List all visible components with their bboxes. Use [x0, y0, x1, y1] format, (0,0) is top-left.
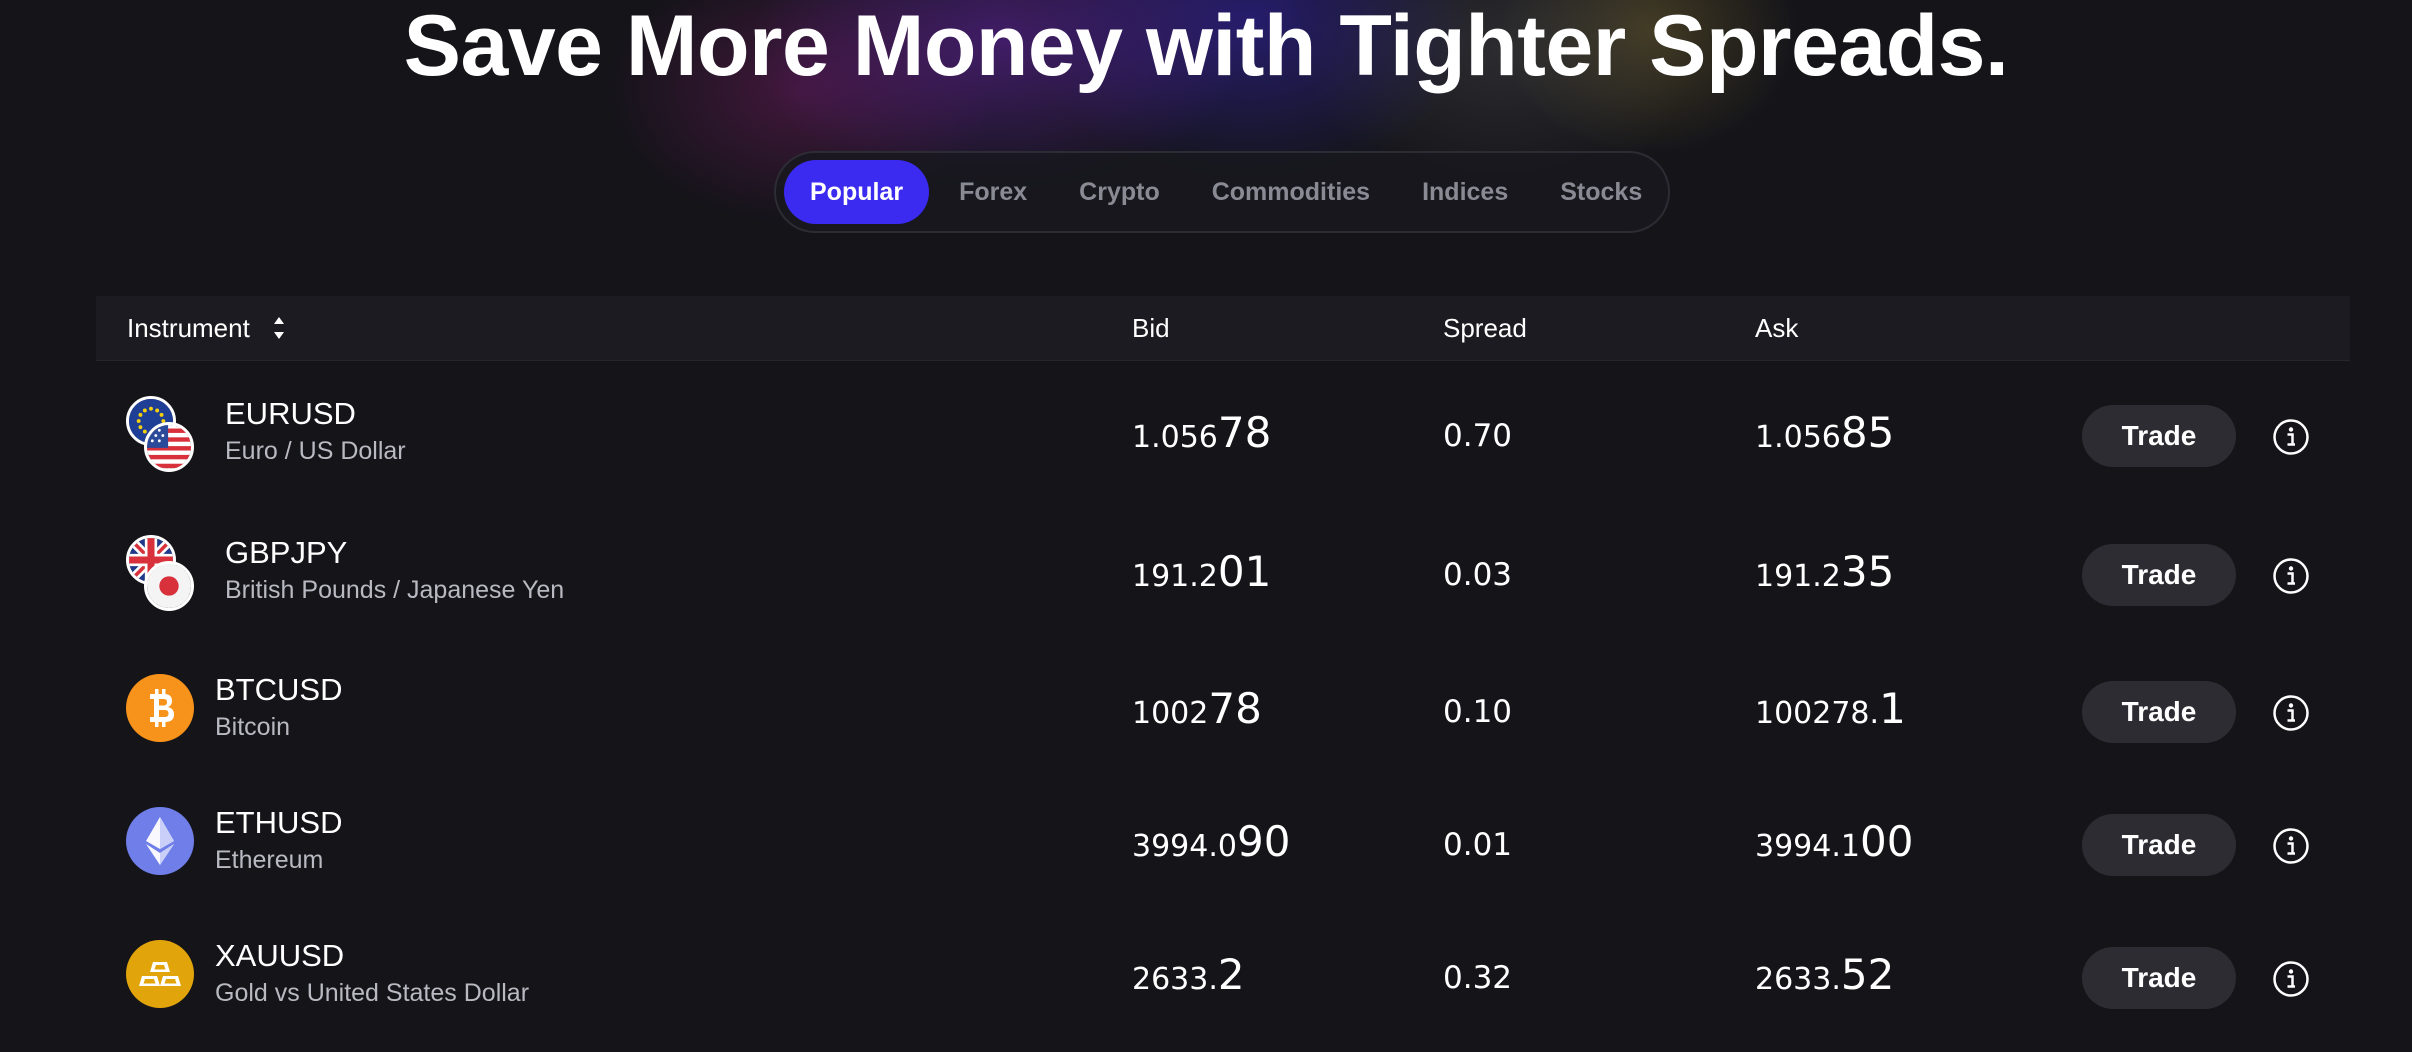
gold-bars-icon — [126, 938, 200, 1012]
bid-price: 1.05678 — [1132, 408, 1272, 457]
instrument-name: Gold vs United States Dollar — [215, 979, 530, 1007]
bid-price: 3994.090 — [1132, 817, 1291, 866]
sort-icon[interactable] — [273, 315, 285, 341]
instrument-name: Euro / US Dollar — [225, 437, 406, 465]
info-icon[interactable] — [2272, 418, 2310, 456]
spread-value: 0.03 — [1443, 557, 1513, 593]
instrument-header-label: Instrument — [127, 313, 250, 343]
instrument-symbol: XAUUSD — [215, 938, 345, 973]
table-row: GBPJPY British Pounds / Japanese Yen 191… — [96, 505, 2350, 639]
ask-price: 3994.100 — [1755, 817, 1914, 866]
bid-price: 2633.2 — [1132, 950, 1245, 999]
trade-button[interactable]: Trade — [2082, 681, 2236, 743]
ask-column-header: Ask — [1755, 313, 1799, 343]
spread-value: 0.01 — [1443, 827, 1513, 863]
spread-value: 0.70 — [1443, 418, 1513, 454]
info-icon[interactable] — [2272, 557, 2310, 595]
instrument-symbol: GBPJPY — [225, 535, 348, 570]
instrument-symbol: EURUSD — [225, 396, 356, 431]
instrument-symbol: BTCUSD — [215, 672, 343, 707]
tab-indices[interactable]: Indices — [1396, 160, 1534, 224]
bitcoin-icon — [126, 672, 200, 746]
ask-price: 191.235 — [1755, 547, 1895, 596]
bid-column-header: Bid — [1132, 313, 1170, 343]
spread-column-header: Spread — [1443, 313, 1527, 343]
tab-forex[interactable]: Forex — [933, 160, 1053, 224]
tab-stocks[interactable]: Stocks — [1534, 160, 1668, 224]
table-row: BTCUSD Bitcoin 100278 0.10 100278.1 Trad… — [96, 642, 2350, 776]
bid-price: 191.201 — [1132, 547, 1272, 596]
trade-button[interactable]: Trade — [2082, 544, 2236, 606]
trade-button[interactable]: Trade — [2082, 405, 2236, 467]
instrument-name: Bitcoin — [215, 713, 291, 741]
info-icon[interactable] — [2272, 694, 2310, 732]
eu-us-flags-icon — [126, 396, 200, 472]
ask-price: 1.05685 — [1755, 408, 1895, 457]
bid-price: 100278 — [1132, 684, 1262, 733]
ethereum-icon — [126, 805, 200, 879]
page-title: Save More Money with Tighter Spreads. — [403, 0, 2009, 94]
trade-button[interactable]: Trade — [2082, 814, 2236, 876]
info-icon[interactable] — [2272, 827, 2310, 865]
spread-value: 0.10 — [1443, 694, 1513, 730]
instrument-name: British Pounds / Japanese Yen — [225, 576, 565, 604]
table-row: XAUUSD Gold vs United States Dollar 2633… — [96, 908, 2350, 1042]
tab-popular[interactable]: Popular — [784, 160, 930, 224]
tab-commodities[interactable]: Commodities — [1186, 160, 1396, 224]
category-tabs: Popular Forex Crypto Commodities Indices… — [774, 151, 1670, 233]
spread-value: 0.32 — [1443, 960, 1513, 996]
tab-crypto[interactable]: Crypto — [1053, 160, 1186, 224]
table-row: ETHUSD Ethereum 3994.090 0.01 3994.100 T… — [96, 775, 2350, 909]
instrument-name: Ethereum — [215, 846, 324, 874]
instrument-column-header[interactable]: Instrument — [127, 296, 285, 360]
instrument-symbol: ETHUSD — [215, 805, 343, 840]
ask-price: 100278.1 — [1755, 684, 1906, 733]
info-icon[interactable] — [2272, 960, 2310, 998]
table-row: EURUSD Euro / US Dollar 1.05678 0.70 1.0… — [96, 366, 2350, 500]
table-header: Instrument Bid Spread Ask — [96, 296, 2350, 361]
ask-price: 2633.52 — [1755, 950, 1895, 999]
uk-japan-flags-icon — [126, 535, 200, 611]
trade-button[interactable]: Trade — [2082, 947, 2236, 1009]
